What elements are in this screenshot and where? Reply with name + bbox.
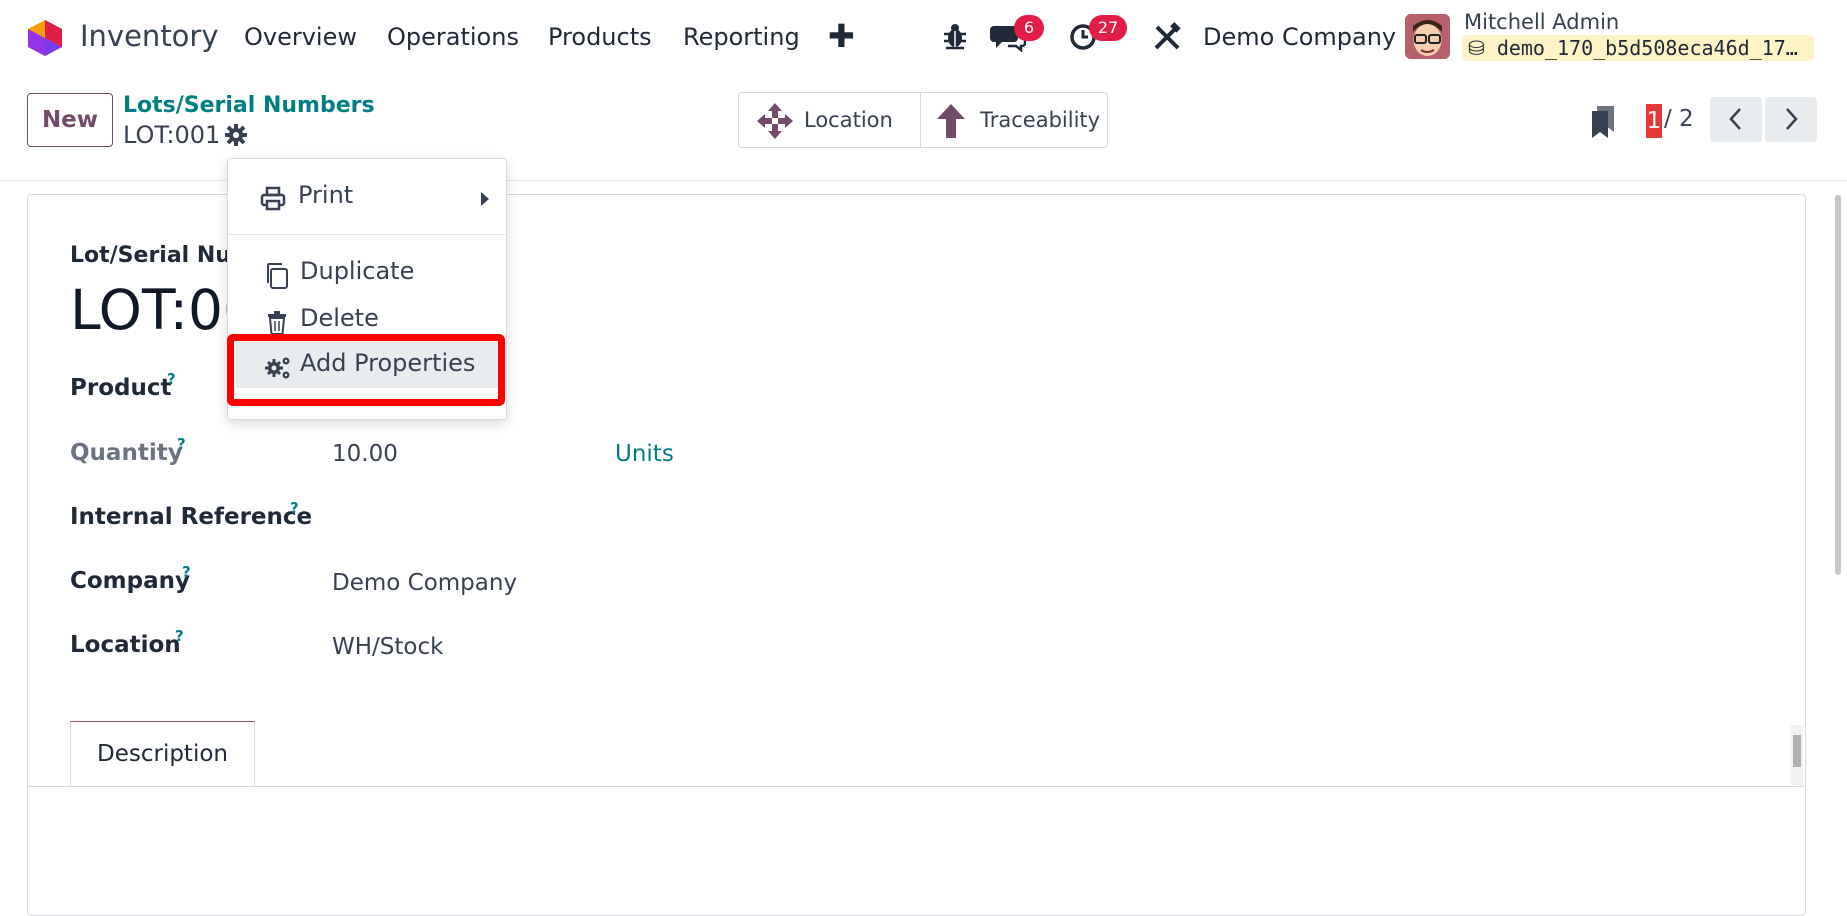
- database-icon: ⛁: [1468, 36, 1485, 60]
- location-smart-button-label: Location: [804, 108, 893, 132]
- breadcrumb-lots-serial-numbers[interactable]: Lots/Serial Numbers: [123, 93, 375, 118]
- traceability-smart-button-label: Traceability: [980, 108, 1101, 132]
- menu-reporting[interactable]: Reporting: [683, 23, 800, 51]
- pager-next-button[interactable]: [1765, 97, 1817, 142]
- menu-overview[interactable]: Overview: [244, 23, 357, 51]
- location-label: Location: [70, 632, 181, 658]
- copy-icon: [267, 263, 288, 289]
- printer-icon: [260, 186, 286, 211]
- odoo-app-logo[interactable]: [27, 19, 63, 57]
- chevron-left-icon: [1729, 108, 1741, 130]
- company-field[interactable]: Demo Company: [332, 570, 517, 596]
- app-name[interactable]: Inventory: [80, 19, 219, 53]
- caret-right-icon: [481, 192, 489, 206]
- top-navbar: Inventory Overview Operations Products R…: [0, 0, 1847, 75]
- trash-icon: [268, 311, 286, 335]
- company-switcher[interactable]: Demo Company: [1203, 23, 1396, 51]
- arrow-up-icon: [937, 104, 965, 138]
- pager-current[interactable]: 1: [1646, 104, 1662, 138]
- database-name: demo_170_b5d508eca46d_17…: [1496, 36, 1798, 60]
- location-field[interactable]: WH/Stock: [332, 634, 443, 660]
- chevron-right-icon: [1786, 108, 1798, 130]
- duplicate-label: Duplicate: [300, 257, 415, 285]
- internal-reference-label: Internal Reference: [70, 504, 313, 530]
- activities-count-badge: 27: [1089, 15, 1127, 41]
- delete-label: Delete: [300, 304, 379, 332]
- print-menu-item[interactable]: Print: [228, 181, 506, 221]
- database-chip: ⛁ demo_170_b5d508eca46d_17…: [1462, 35, 1814, 61]
- quantity-help-tooltip[interactable]: ?: [177, 435, 186, 453]
- bookmark-icon[interactable]: [1590, 105, 1616, 139]
- lot-serial-number-label: Lot/Serial Nur: [70, 243, 242, 268]
- highlight-box: [227, 334, 505, 406]
- quantity-unit-link[interactable]: Units: [615, 441, 674, 467]
- company-help-tooltip[interactable]: ?: [182, 563, 191, 581]
- messages-count-badge: 6: [1014, 15, 1044, 41]
- debug-bug-icon[interactable]: [942, 22, 968, 50]
- record-name: LOT:001: [123, 121, 221, 149]
- pager-previous-button[interactable]: [1710, 97, 1762, 142]
- location-smart-button[interactable]: Location: [738, 92, 921, 148]
- pager-total: / 2: [1664, 106, 1694, 132]
- page-scrollbar[interactable]: [1832, 183, 1844, 583]
- tab-divider: [28, 786, 1804, 787]
- tab-description[interactable]: Description: [70, 721, 255, 787]
- duplicate-menu-item[interactable]: Duplicate: [228, 257, 506, 297]
- menu-divider: [228, 234, 506, 235]
- print-label: Print: [298, 181, 354, 209]
- add-menu-plus-icon[interactable]: ✚: [828, 17, 855, 55]
- settings-tools-icon[interactable]: [1152, 22, 1182, 52]
- traceability-smart-button[interactable]: Traceability: [920, 92, 1108, 148]
- location-help-tooltip[interactable]: ?: [175, 627, 184, 645]
- menu-operations[interactable]: Operations: [387, 23, 519, 51]
- menu-products[interactable]: Products: [548, 23, 652, 51]
- quantity-value: 10.00: [332, 441, 398, 467]
- company-label: Company: [70, 568, 190, 594]
- product-label: Product: [70, 375, 172, 401]
- gear-icon[interactable]: [224, 123, 248, 147]
- user-name[interactable]: Mitchell Admin: [1464, 10, 1619, 34]
- description-scrollbar[interactable]: [1791, 725, 1803, 785]
- move-arrows-icon: [757, 103, 793, 139]
- internal-reference-help-tooltip[interactable]: ?: [290, 499, 299, 517]
- new-button[interactable]: New: [27, 93, 113, 147]
- quantity-label: Quantity: [70, 440, 183, 466]
- user-avatar[interactable]: [1405, 14, 1450, 59]
- product-help-tooltip[interactable]: ?: [167, 370, 176, 388]
